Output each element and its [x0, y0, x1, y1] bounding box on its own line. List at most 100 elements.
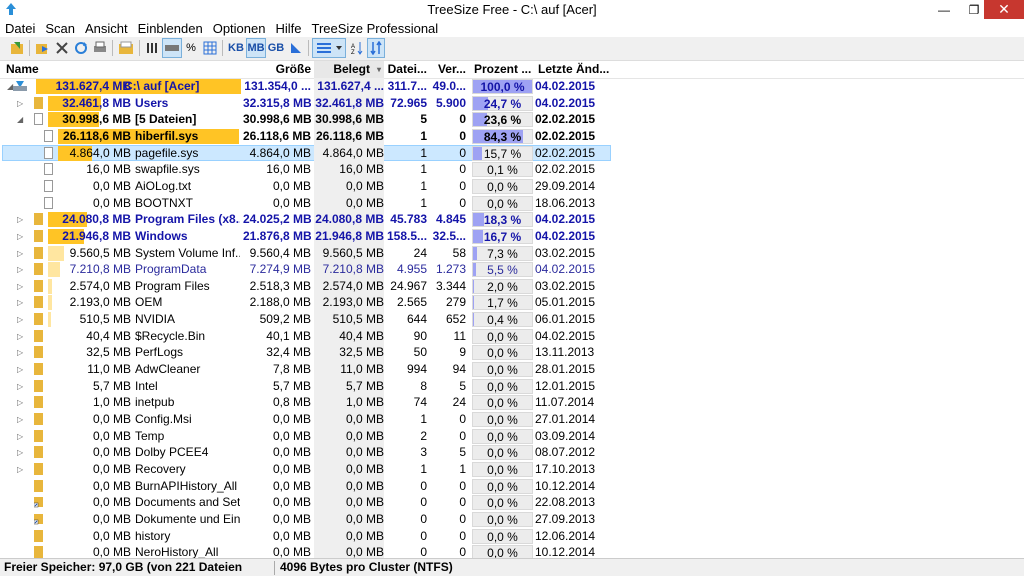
- open-folder-icon[interactable]: [117, 38, 135, 58]
- expand-arrow-icon[interactable]: ▷: [17, 378, 23, 395]
- col-groesse[interactable]: Größe: [243, 61, 311, 78]
- row-dateien: 0: [420, 511, 427, 526]
- expand-arrow-icon[interactable]: ▷: [17, 411, 23, 428]
- table-row[interactable]: ◢ 131.627,4 MB C:\ auf [Acer] 131.354,0 ...…: [0, 78, 1024, 95]
- sort-size-icon[interactable]: [367, 38, 385, 58]
- percent-label: 0,0 %: [487, 346, 518, 361]
- refresh-icon[interactable]: [72, 38, 90, 58]
- table-row[interactable]: 0,0 MB history 0,0 MB 0,0 MB 0 0 0,0 % 12.06.20…: [0, 527, 1024, 545]
- folder-icon: [34, 346, 43, 359]
- table-row[interactable]: ▷ 21.946,8 MB Windows 21.876,8 MB 21.946,8 M…: [0, 227, 1024, 245]
- row-size: 0,0 MB: [92, 195, 131, 210]
- table-row[interactable]: 0,0 MB NeroHistory_All 0,0 MB 0,0 MB 0 0 0,0 %…: [0, 544, 1024, 558]
- menu-optionen[interactable]: Optionen: [208, 21, 271, 36]
- row-groesse: 4.864,0 MB: [249, 145, 311, 160]
- row-name: Config.Msi: [135, 412, 192, 426]
- sort-az-icon[interactable]: AZ: [348, 38, 366, 58]
- table-row[interactable]: ▷ 24.080,8 MB Program Files (x8... 24.025,2…: [0, 211, 1024, 229]
- percent-bar: 84,3 %: [472, 128, 533, 144]
- expand-arrow-icon[interactable]: ▷: [17, 311, 23, 328]
- col-dateien[interactable]: Datei...: [387, 61, 427, 78]
- table-row[interactable]: ▷ 40,4 MB $Recycle.Bin 40,1 MB 40,4 MB 90 11 0,…: [0, 327, 1024, 345]
- expand-arrow-icon[interactable]: ▷: [17, 294, 23, 311]
- delete-icon[interactable]: [53, 38, 71, 58]
- table-row[interactable]: ▷ 9.560,5 MB System Volume Inf... 9.560,4 M…: [0, 244, 1024, 262]
- expand-arrow-icon[interactable]: ▷: [17, 261, 23, 278]
- expand-arrow-icon[interactable]: ▷: [17, 361, 23, 378]
- table-row[interactable]: ◢ 30.998,6 MB [5 Dateien] 30.998,6 MB 30.998…: [0, 111, 1024, 129]
- table-row[interactable]: ▷ 5,7 MB Intel 5,7 MB 5,7 MB 8 5 0,0 % 12.01.201…: [0, 377, 1024, 395]
- row-dateien: 72.965: [390, 95, 427, 110]
- row-dateien: 2: [420, 428, 427, 443]
- menu-scan[interactable]: Scan: [40, 21, 80, 36]
- table-row[interactable]: ▷ 2.193,0 MB OEM 2.188,0 MB 2.193,0 MB 2.565 2…: [0, 294, 1024, 312]
- table-row[interactable]: 0,0 MB Dokumente und Ein... 0,0 MB 0,0 MB 0 0…: [0, 510, 1024, 528]
- table-row[interactable]: ▷ 2.574,0 MB Program Files 2.518,3 MB 2.574,…: [0, 277, 1024, 295]
- table-row[interactable]: ▷ 0,0 MB Config.Msi 0,0 MB 0,0 MB 1 0 0,0 % 27.0…: [0, 411, 1024, 428]
- bar-chart-icon[interactable]: [143, 38, 161, 58]
- collapse-arrow-icon[interactable]: ◢: [17, 111, 23, 128]
- table-row[interactable]: ▷ 0,0 MB Dolby PCEE4 0,0 MB 0,0 MB 3 5 0,0 % 08.…: [0, 444, 1024, 462]
- menu-treesize-professional[interactable]: TreeSize Professional: [306, 21, 443, 36]
- export-icon[interactable]: [33, 38, 51, 58]
- table-row[interactable]: 26.118,6 MB hiberfil.sys 26.118,6 MB 26.118…: [0, 127, 1024, 145]
- directory-tree[interactable]: Name Größe Belegt ▾ Datei... Ver... Proz…: [0, 61, 1024, 558]
- expand-arrow-icon[interactable]: ▷: [17, 328, 23, 345]
- table-row[interactable]: 0,0 MB AiOLog.txt 0,0 MB 0,0 MB 1 0 0,0 % 29.09…: [0, 177, 1024, 195]
- row-belegt: 0,0 MB: [314, 494, 384, 512]
- expand-arrow-icon[interactable]: ▷: [17, 95, 23, 112]
- row-verzeichnisse: 49.0...: [432, 79, 466, 93]
- table-row[interactable]: 16,0 MB swapfile.sys 16,0 MB 16,0 MB 1 0 0,1 %…: [0, 161, 1024, 179]
- drive-view-icon[interactable]: [162, 38, 182, 58]
- menu-einblenden[interactable]: Einblenden: [133, 21, 208, 36]
- expand-arrow-icon[interactable]: ▷: [17, 228, 23, 245]
- expand-arrow-icon[interactable]: ▷: [17, 461, 23, 478]
- table-row[interactable]: ▷ 32.461,8 MB Users 32.315,8 MB 32.461,8 MB 7…: [0, 94, 1024, 112]
- expand-arrow-icon[interactable]: ▷: [17, 394, 23, 411]
- col-datum[interactable]: Letzte Änd...: [538, 61, 610, 78]
- row-dateien: 1: [420, 412, 427, 426]
- scan-folder-icon[interactable]: [8, 38, 26, 58]
- minimize-button[interactable]: —: [931, 0, 957, 19]
- table-row[interactable]: ▷ 0,0 MB Recovery 0,0 MB 0,0 MB 1 1 0,0 % 17.10.…: [0, 460, 1024, 478]
- folder-icon: [34, 213, 43, 226]
- row-size: 32,5 MB: [86, 345, 131, 360]
- table-row[interactable]: 0,0 MB BurnAPIHistory_All 0,0 MB 0,0 MB 0 0 0,…: [0, 477, 1024, 495]
- col-belegt-sorted[interactable]: Belegt ▾: [314, 61, 384, 78]
- col-prozent[interactable]: Prozent ...: [474, 61, 533, 78]
- table-row[interactable]: ▷ 510,5 MB NVIDIA 509,2 MB 510,5 MB 644 652 0,4…: [0, 311, 1024, 329]
- auto-unit-icon[interactable]: [287, 38, 305, 58]
- expand-arrow-icon[interactable]: ▷: [17, 245, 23, 262]
- table-row[interactable]: 0,0 MB BOOTNXT 0,0 MB 0,0 MB 1 0 0,0 % 18.06.20…: [0, 194, 1024, 212]
- table-row[interactable]: ▷ 7.210,8 MB ProgramData 7.274,9 MB 7.210,8 …: [0, 261, 1024, 279]
- table-row[interactable]: ▷ 1,0 MB inetpub 0,8 MB 1,0 MB 74 24 0,0 % 11.07…: [0, 394, 1024, 412]
- kb-button[interactable]: KB: [226, 38, 246, 58]
- table-row[interactable]: 0,0 MB Documents and Set... 0,0 MB 0,0 MB 0 0…: [0, 494, 1024, 512]
- table-row[interactable]: ▷ 32,5 MB PerfLogs 32,4 MB 32,5 MB 50 9 0,0 % 13…: [0, 344, 1024, 362]
- expand-arrow-icon[interactable]: ▷: [17, 211, 23, 228]
- menu-datei[interactable]: Datei: [0, 21, 40, 36]
- gb-button[interactable]: GB: [266, 38, 286, 58]
- expand-arrow-icon[interactable]: ▷: [17, 278, 23, 295]
- table-row[interactable]: ▷ 11,0 MB AdwCleaner 7,8 MB 11,0 MB 994 94 0,0 …: [0, 361, 1024, 379]
- row-date: 04.02.2015: [535, 95, 596, 110]
- row-dateien: 4.955: [396, 262, 427, 277]
- percent-button[interactable]: %: [183, 38, 199, 58]
- col-name[interactable]: Name: [6, 61, 236, 78]
- columns-dropdown[interactable]: [312, 38, 346, 58]
- table-row-selected[interactable]: 4.864,0 MB pagefile.sys 4.864,0 MB 4.864,0 …: [0, 144, 1024, 162]
- row-date: 22.08.2013: [535, 495, 596, 510]
- mb-button[interactable]: MB: [246, 38, 266, 58]
- grid-icon[interactable]: [201, 38, 219, 58]
- row-name: [5 Dateien]: [135, 112, 197, 127]
- expand-arrow-icon[interactable]: ▷: [17, 428, 23, 445]
- print-icon[interactable]: [91, 38, 109, 58]
- close-button[interactable]: ✕: [984, 0, 1024, 19]
- col-ver[interactable]: Ver...: [430, 61, 466, 78]
- expand-arrow-icon[interactable]: ▷: [17, 344, 23, 361]
- menu-hilfe[interactable]: Hilfe: [270, 21, 306, 36]
- row-dateien: 90: [413, 328, 427, 343]
- expand-arrow-icon[interactable]: ▷: [17, 444, 23, 461]
- table-row[interactable]: ▷ 0,0 MB Temp 0,0 MB 0,0 MB 2 0 0,0 % 03.09.2014: [0, 427, 1024, 445]
- menu-ansicht[interactable]: Ansicht: [80, 21, 133, 36]
